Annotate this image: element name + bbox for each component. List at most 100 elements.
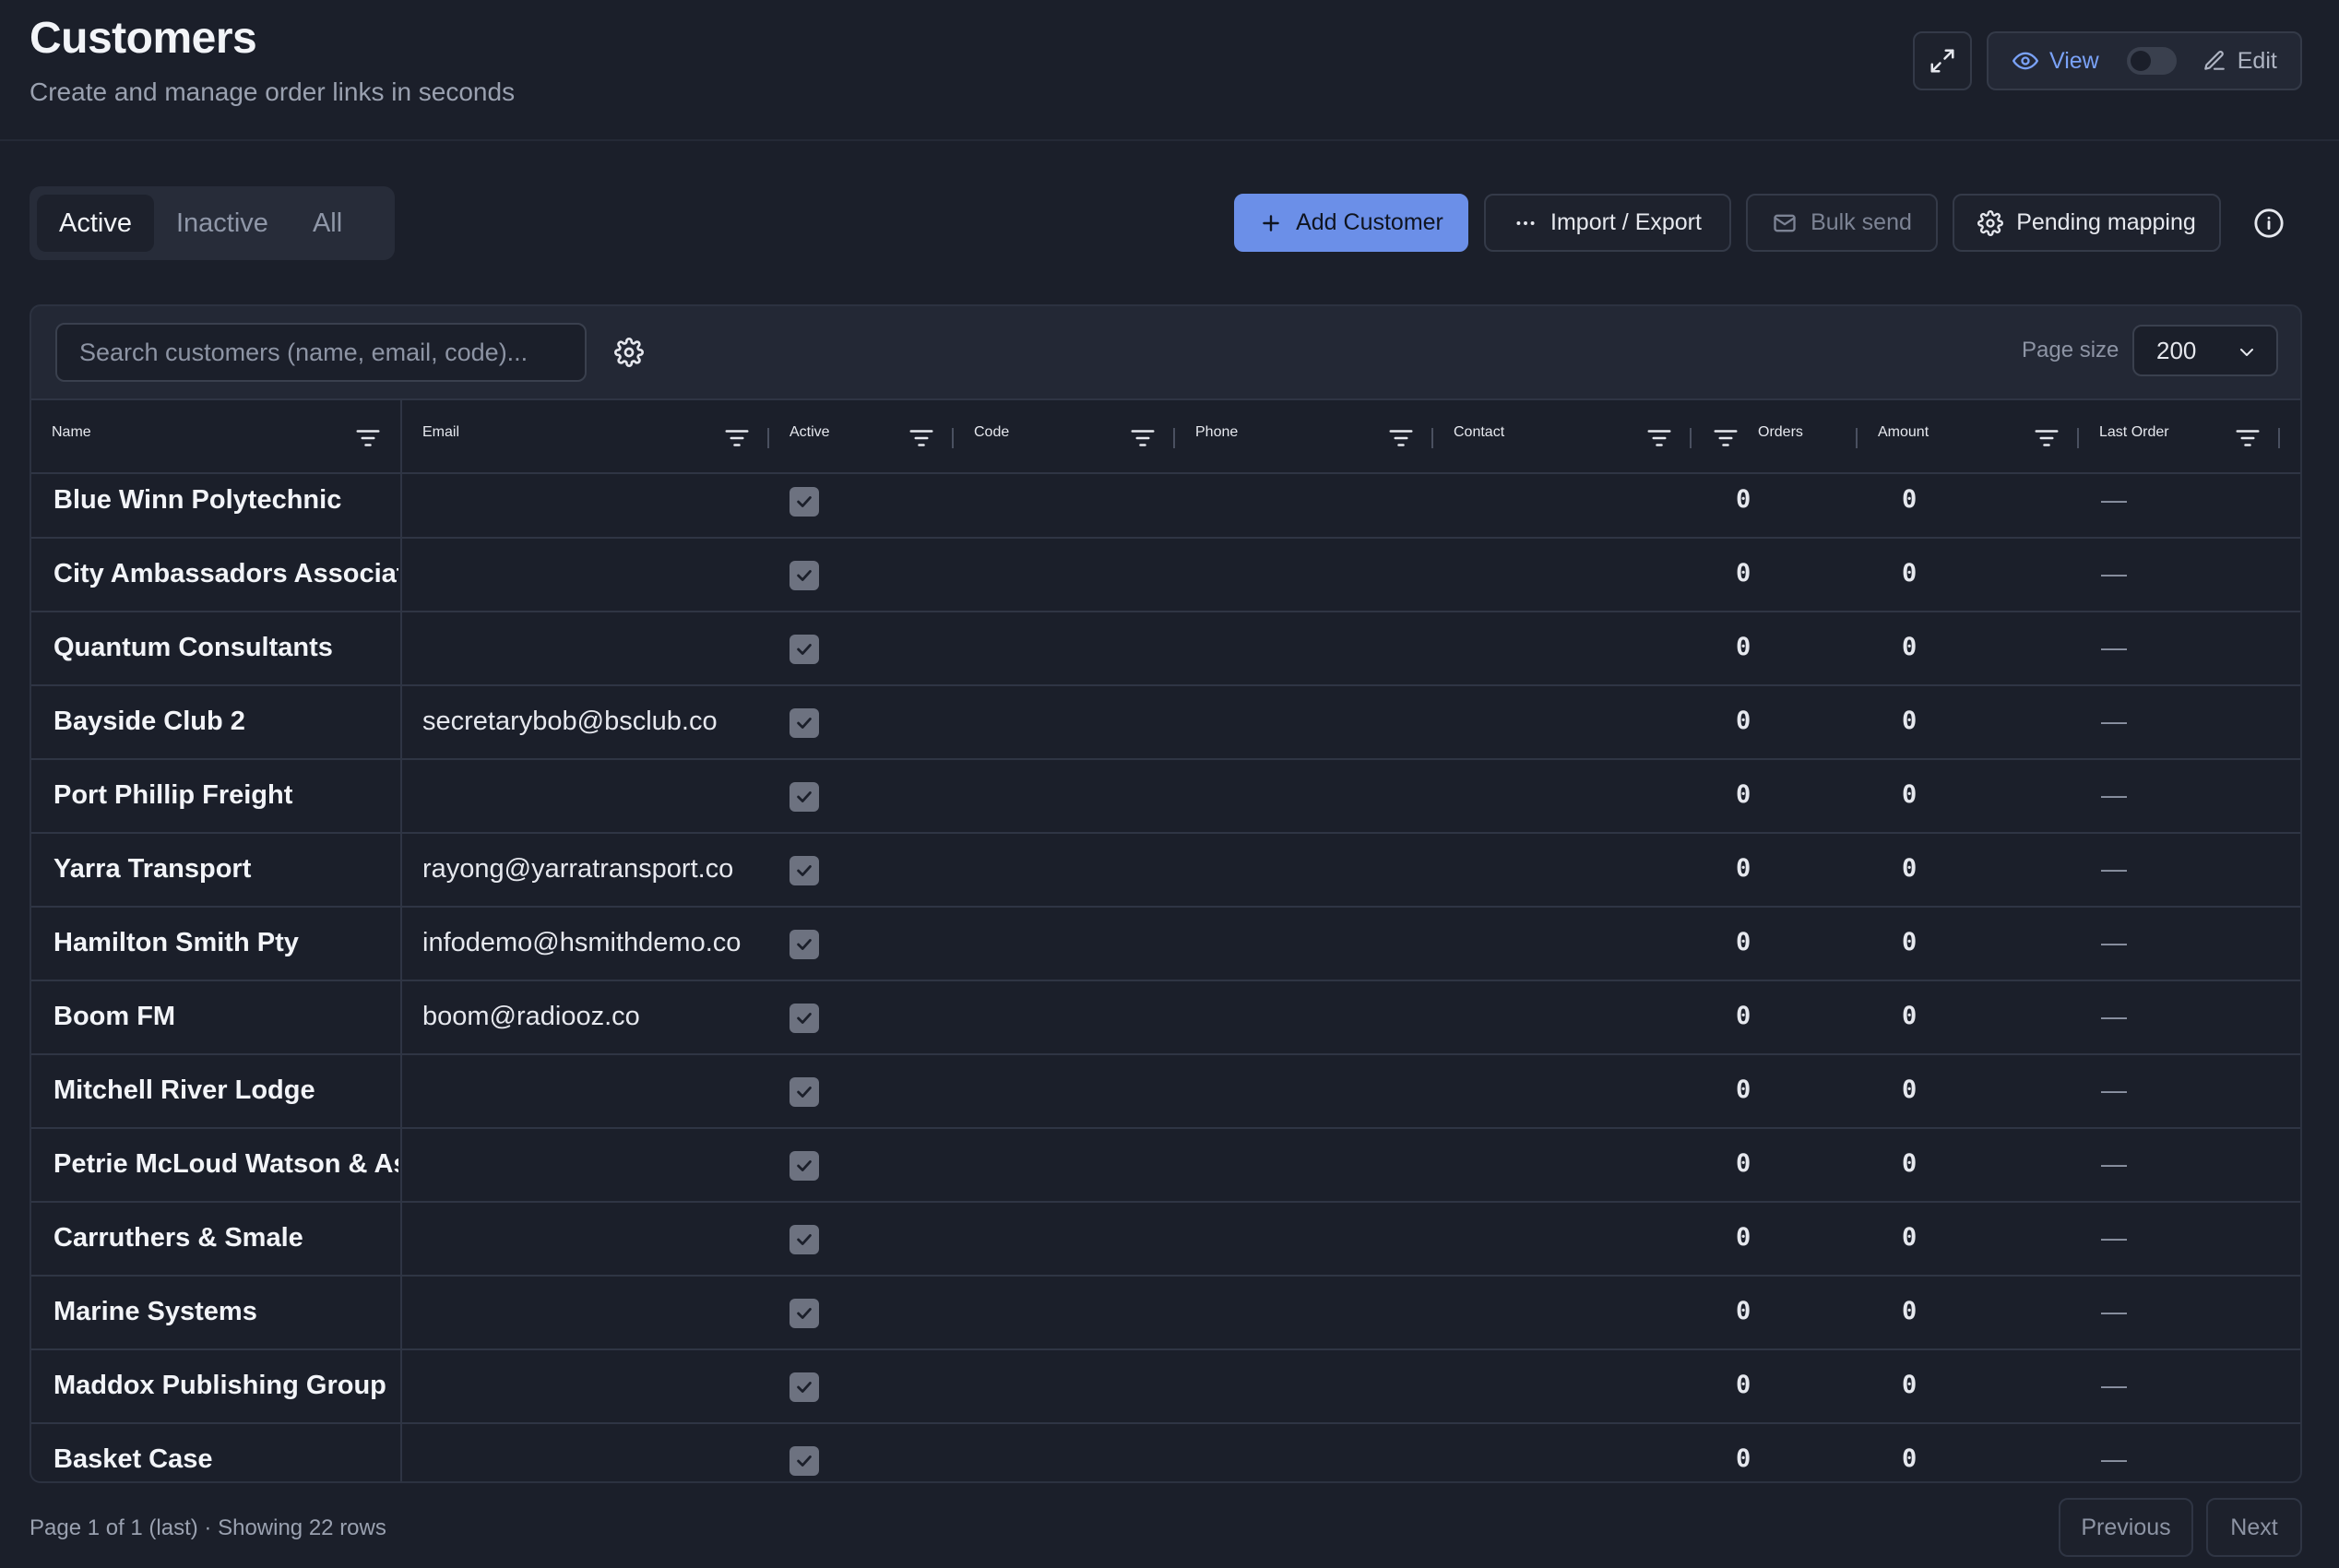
- column-resize-handle[interactable]: [1690, 428, 1692, 448]
- customer-name-cell[interactable]: Quantum Consultants: [53, 633, 398, 663]
- customer-name-cell[interactable]: Maddox Publishing Group: [53, 1371, 398, 1401]
- check-icon: [797, 1013, 812, 1024]
- table-row[interactable]: Blue Winn Polytechnic 0 0 —: [31, 465, 2300, 539]
- filter-icon[interactable]: [1645, 424, 1673, 452]
- active-checkbox[interactable]: [790, 635, 819, 664]
- filter-icon[interactable]: [2234, 424, 2262, 452]
- table-row[interactable]: Mitchell River Lodge 0 0 —: [31, 1055, 2300, 1129]
- bulk-send-button[interactable]: Bulk send: [1746, 194, 1938, 252]
- column-resize-handle[interactable]: [767, 428, 769, 448]
- active-checkbox[interactable]: [790, 1225, 819, 1254]
- filter-icon[interactable]: [1712, 424, 1739, 452]
- column-resize-handle[interactable]: [1431, 428, 1433, 448]
- last-order-cell: —: [2101, 1075, 2127, 1104]
- customer-name-cell[interactable]: Bayside Club 2: [53, 707, 398, 737]
- column-resize-handle[interactable]: [2278, 428, 2280, 448]
- tab-all[interactable]: All: [291, 195, 364, 252]
- mode-toggle-switch[interactable]: [2126, 47, 2177, 75]
- column-resize-handle[interactable]: [952, 428, 954, 448]
- add-customer-button[interactable]: Add Customer: [1234, 194, 1468, 252]
- table-settings-button[interactable]: [611, 334, 647, 371]
- table-row[interactable]: City Ambassadors Association 0 0 —: [31, 539, 2300, 612]
- active-checkbox[interactable]: [790, 930, 819, 959]
- filter-icon[interactable]: [354, 424, 382, 452]
- orders-count-cell: 0: [1736, 633, 1751, 661]
- filter-icon[interactable]: [1387, 424, 1415, 452]
- active-checkbox[interactable]: [790, 782, 819, 812]
- mail-icon: [1774, 214, 1796, 232]
- active-checkbox[interactable]: [790, 856, 819, 885]
- customer-name-cell[interactable]: Port Phillip Freight: [53, 780, 398, 811]
- customer-name-cell[interactable]: City Ambassadors Association: [53, 559, 398, 589]
- info-button[interactable]: [2250, 205, 2287, 242]
- column-header-email[interactable]: Email: [422, 424, 459, 441]
- amount-cell: 0: [1902, 854, 1918, 883]
- column-resize-handle[interactable]: [1173, 428, 1175, 448]
- filter-icon[interactable]: [2033, 424, 2060, 452]
- active-checkbox[interactable]: [790, 487, 819, 517]
- active-checkbox[interactable]: [790, 1077, 819, 1107]
- last-order-cell: —: [2101, 854, 2127, 883]
- column-header-phone[interactable]: Phone: [1195, 424, 1238, 441]
- import-export-button[interactable]: Import / Export: [1484, 194, 1731, 252]
- status-tabs: Active Inactive All: [30, 186, 395, 260]
- orders-count-cell: 0: [1736, 1444, 1751, 1473]
- bulk-send-label: Bulk send: [1811, 209, 1912, 235]
- column-header-last-order[interactable]: Last Order: [2099, 424, 2169, 441]
- page-size-select[interactable]: 200: [2132, 325, 2278, 376]
- customer-name-cell[interactable]: Yarra Transport: [53, 854, 398, 885]
- filter-icon[interactable]: [723, 424, 751, 452]
- table-row[interactable]: Port Phillip Freight 0 0 —: [31, 760, 2300, 834]
- column-header-amount[interactable]: Amount: [1878, 424, 1929, 441]
- customer-name-cell[interactable]: Carruthers & Smale: [53, 1223, 398, 1253]
- check-icon: [797, 791, 812, 802]
- last-order-cell: —: [2101, 1149, 2127, 1178]
- active-checkbox[interactable]: [790, 561, 819, 590]
- tab-active[interactable]: Active: [37, 195, 154, 252]
- table-row[interactable]: Marine Systems 0 0 —: [31, 1277, 2300, 1350]
- active-checkbox[interactable]: [790, 1372, 819, 1402]
- amount-cell: 0: [1902, 1075, 1918, 1104]
- check-icon: [797, 570, 812, 581]
- active-checkbox[interactable]: [790, 1299, 819, 1328]
- active-checkbox[interactable]: [790, 708, 819, 738]
- active-checkbox[interactable]: [790, 1004, 819, 1033]
- table-row[interactable]: Bayside Club 2 secretarybob@bsclub.co 0 0 —: [31, 686, 2300, 760]
- view-mode-button[interactable]: View: [2012, 48, 2099, 75]
- table-row[interactable]: Quantum Consultants 0 0 —: [31, 612, 2300, 686]
- customer-name-cell[interactable]: Marine Systems: [53, 1297, 398, 1327]
- expand-button[interactable]: [1913, 31, 1972, 90]
- table-row[interactable]: Yarra Transport rayong@yarratransport.co 0…: [31, 834, 2300, 908]
- active-checkbox[interactable]: [790, 1446, 819, 1476]
- search-input[interactable]: [55, 323, 587, 382]
- table-row[interactable]: Carruthers & Smale 0 0 —: [31, 1203, 2300, 1277]
- customer-name-cell[interactable]: Blue Winn Polytechnic: [53, 485, 398, 516]
- column-resize-handle[interactable]: [2077, 428, 2079, 448]
- pending-mapping-button[interactable]: Pending mapping: [1953, 194, 2221, 252]
- table-row[interactable]: Boom FM boom@radiooz.co 0 0 —: [31, 981, 2300, 1055]
- edit-mode-button[interactable]: Edit: [2202, 48, 2277, 75]
- filter-icon[interactable]: [908, 424, 935, 452]
- next-page-button[interactable]: Next: [2206, 1498, 2302, 1557]
- table-row[interactable]: Basket Case 0 0 —: [31, 1424, 2300, 1481]
- previous-page-button[interactable]: Previous: [2059, 1498, 2193, 1557]
- table-row[interactable]: Hamilton Smith Pty infodemo@hsmithdemo.co…: [31, 908, 2300, 981]
- active-checkbox[interactable]: [790, 1151, 819, 1181]
- customer-name-cell[interactable]: Mitchell River Lodge: [53, 1075, 398, 1106]
- filter-icon[interactable]: [1129, 424, 1157, 452]
- column-resize-handle[interactable]: [1856, 428, 1858, 448]
- column-header-active[interactable]: Active: [790, 424, 830, 441]
- customer-name-cell[interactable]: Boom FM: [53, 1002, 398, 1032]
- customer-name-cell[interactable]: Hamilton Smith Pty: [53, 928, 398, 958]
- column-header-name[interactable]: Name: [52, 424, 91, 441]
- table-row[interactable]: Petrie McLoud Watson & Associates 0 0 —: [31, 1129, 2300, 1203]
- customer-name-cell[interactable]: Petrie McLoud Watson & Associates: [53, 1149, 398, 1180]
- column-header-contact[interactable]: Contact: [1454, 424, 1504, 441]
- customer-name-cell[interactable]: Basket Case: [53, 1444, 398, 1475]
- table-row[interactable]: Maddox Publishing Group 0 0 —: [31, 1350, 2300, 1424]
- column-header-code[interactable]: Code: [974, 424, 1009, 441]
- last-order-cell: —: [2101, 559, 2127, 588]
- column-header-orders[interactable]: Orders: [1758, 424, 1803, 441]
- customer-email-cell: secretarybob@bsclub.co: [422, 707, 718, 736]
- tab-inactive[interactable]: Inactive: [154, 195, 291, 252]
